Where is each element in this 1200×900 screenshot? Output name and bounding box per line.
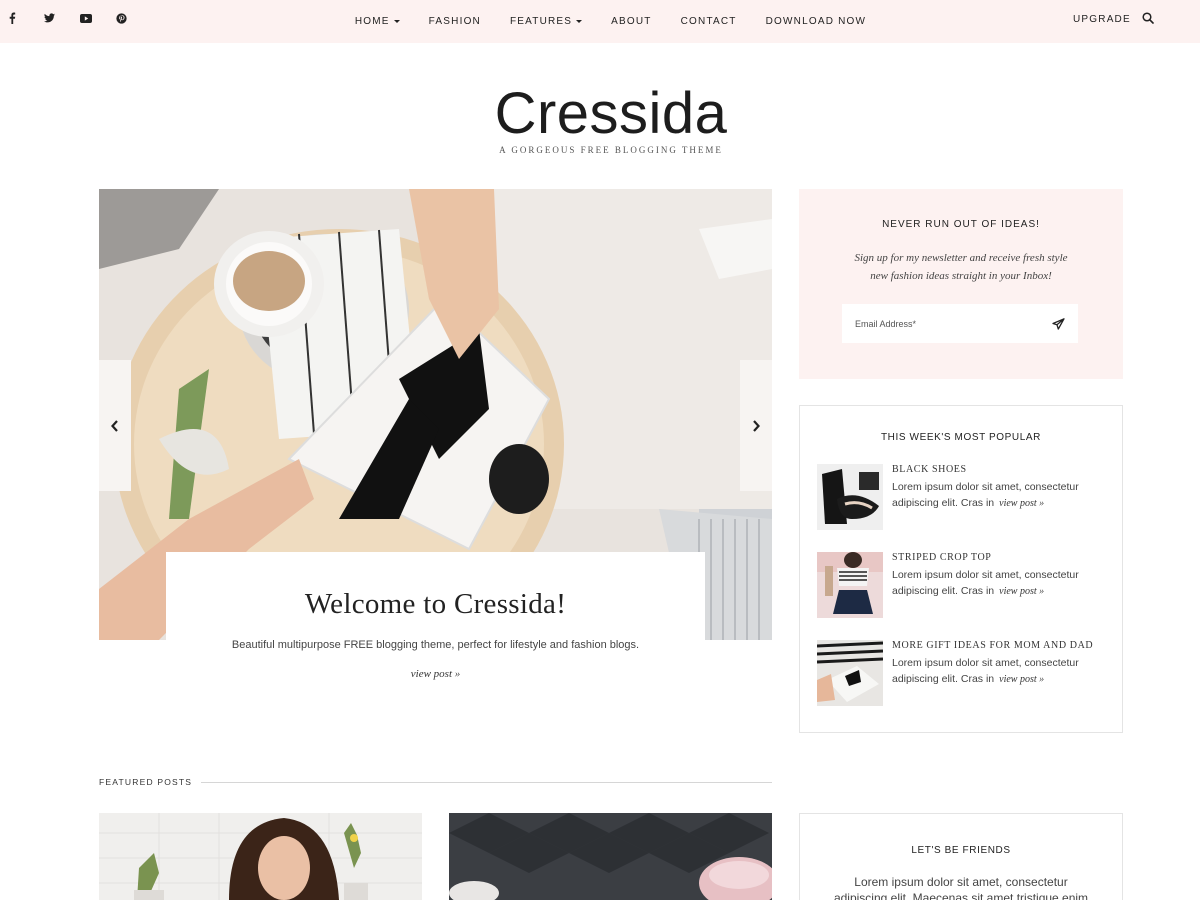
- newsletter-form: [842, 304, 1078, 343]
- twitter-icon: [44, 13, 55, 23]
- youtube-icon: [80, 13, 92, 23]
- hero-description: Beautiful multipurpose FREE blogging the…: [231, 639, 640, 651]
- social-widget: LET'S BE FRIENDS Lorem ipsum dolor sit a…: [799, 813, 1123, 900]
- view-post-link[interactable]: view post »: [999, 586, 1044, 597]
- view-post-link[interactable]: view post »: [999, 498, 1044, 509]
- gift-box-photo: [817, 640, 883, 706]
- hero-view-post-link[interactable]: view post »: [166, 668, 705, 680]
- search-button[interactable]: [1142, 11, 1154, 29]
- popular-item[interactable]: BLACK SHOES Lorem ipsum dolor sit amet, …: [817, 464, 1117, 532]
- upgrade-link[interactable]: UPGRADE: [1073, 14, 1131, 25]
- hero-caption-card: Welcome to Cressida! Beautiful multipurp…: [166, 552, 705, 704]
- newsletter-line-2: new fashion ideas straight in your Inbox…: [870, 270, 1052, 282]
- excerpt-text: Lorem ipsum dolor sit amet, consectetur …: [892, 657, 1079, 685]
- nav-label: ABOUT: [611, 16, 652, 27]
- dark-quilted-photo: [449, 813, 772, 900]
- newsletter-description: Sign up for my newsletter and receive fr…: [799, 249, 1123, 285]
- black-shoes-photo: [817, 464, 883, 530]
- caret-down-icon: [576, 20, 583, 23]
- slider-prev-button[interactable]: [99, 360, 131, 491]
- nav-item-home[interactable]: HOME: [355, 16, 400, 27]
- divider: [201, 781, 772, 783]
- social-links: [8, 10, 152, 26]
- nav-item-about[interactable]: ABOUT: [611, 16, 651, 27]
- nav-item-fashion[interactable]: FASHION: [429, 16, 481, 27]
- excerpt-text: Lorem ipsum dolor sit amet, consectetur …: [892, 481, 1079, 509]
- friends-title: LET'S BE FRIENDS: [911, 845, 1011, 856]
- newsletter-widget: NEVER RUN OUT OF IDEAS! Sign up for my n…: [799, 189, 1123, 379]
- popular-item-excerpt: Lorem ipsum dolor sit amet, consectetur …: [892, 567, 1117, 600]
- popular-item-title[interactable]: STRIPED CROP TOP: [892, 552, 991, 563]
- twitter-link[interactable]: [44, 10, 80, 26]
- popular-posts-widget: THIS WEEK'S MOST POPULAR BLACK SHOES Lor…: [799, 405, 1123, 733]
- popular-thumbnail[interactable]: [817, 640, 883, 706]
- nav-label: CONTACT: [680, 16, 737, 27]
- facebook-link[interactable]: [8, 10, 44, 26]
- nav-label: DOWNLOAD NOW: [765, 16, 867, 27]
- site-logo[interactable]: Cressida: [0, 80, 1200, 147]
- slider-next-button[interactable]: [740, 360, 772, 491]
- popular-item-title[interactable]: BLACK SHOES: [892, 464, 967, 475]
- popular-item-excerpt: Lorem ipsum dolor sit amet, consectetur …: [892, 655, 1117, 688]
- striped-crop-top-photo: [817, 552, 883, 618]
- nav-label: FEATURES: [509, 16, 573, 27]
- woman-portrait-photo: [99, 813, 422, 900]
- popular-item[interactable]: MORE GIFT IDEAS FOR MOM AND DAD Lorem ip…: [817, 640, 1117, 708]
- featured-post-thumbnail[interactable]: [449, 813, 772, 900]
- search-icon: [1142, 12, 1154, 24]
- pinterest-link[interactable]: [116, 10, 152, 26]
- popular-title: THIS WEEK'S MOST POPULAR: [880, 432, 1042, 443]
- popular-item-excerpt: Lorem ipsum dolor sit amet, consectetur …: [892, 479, 1117, 512]
- newsletter-submit-button[interactable]: [1052, 317, 1065, 335]
- popular-thumbnail[interactable]: [817, 552, 883, 618]
- hero-title[interactable]: Welcome to Cressida!: [166, 588, 705, 621]
- chevron-left-icon: [111, 419, 118, 432]
- popular-item-title[interactable]: MORE GIFT IDEAS FOR MOM AND DAD: [892, 640, 1093, 651]
- popular-item[interactable]: STRIPED CROP TOP Lorem ipsum dolor sit a…: [817, 552, 1117, 620]
- excerpt-text: Lorem ipsum dolor sit amet, consectetur …: [892, 569, 1079, 597]
- caret-down-icon: [393, 20, 400, 23]
- friends-text: Lorem ipsum dolor sit amet, consectetur …: [833, 875, 1089, 900]
- youtube-link[interactable]: [80, 10, 116, 26]
- nav-item-features[interactable]: FEATURES: [509, 16, 583, 27]
- featured-post-thumbnail[interactable]: [99, 813, 422, 900]
- popular-thumbnail[interactable]: [817, 464, 883, 530]
- newsletter-line-1: Sign up for my newsletter and receive fr…: [854, 252, 1068, 264]
- view-post-link[interactable]: view post »: [999, 674, 1044, 685]
- pinterest-icon: [116, 12, 127, 24]
- site-title: Cressida: [494, 81, 728, 146]
- site-tagline: A GORGEOUS FREE BLOGGING THEME: [499, 145, 723, 155]
- featured-posts-header: FEATURED POSTS: [99, 776, 772, 788]
- featured-posts-label: FEATURED POSTS: [99, 777, 193, 787]
- nav-label: FASHION: [428, 16, 481, 27]
- chevron-right-icon: [753, 419, 760, 432]
- nav-item-contact[interactable]: CONTACT: [681, 16, 737, 27]
- paper-plane-icon: [1052, 318, 1065, 330]
- email-field[interactable]: [842, 304, 1042, 343]
- newsletter-title: NEVER RUN OUT OF IDEAS!: [882, 219, 1040, 230]
- main-nav: HOME FASHION FEATURES ABOUT CONTACT DOWN…: [0, 0, 1200, 43]
- top-bar: HOME FASHION FEATURES ABOUT CONTACT DOWN…: [0, 0, 1200, 43]
- nav-item-download-now[interactable]: DOWNLOAD NOW: [766, 16, 867, 27]
- facebook-icon: [9, 12, 16, 24]
- nav-label: HOME: [354, 16, 390, 27]
